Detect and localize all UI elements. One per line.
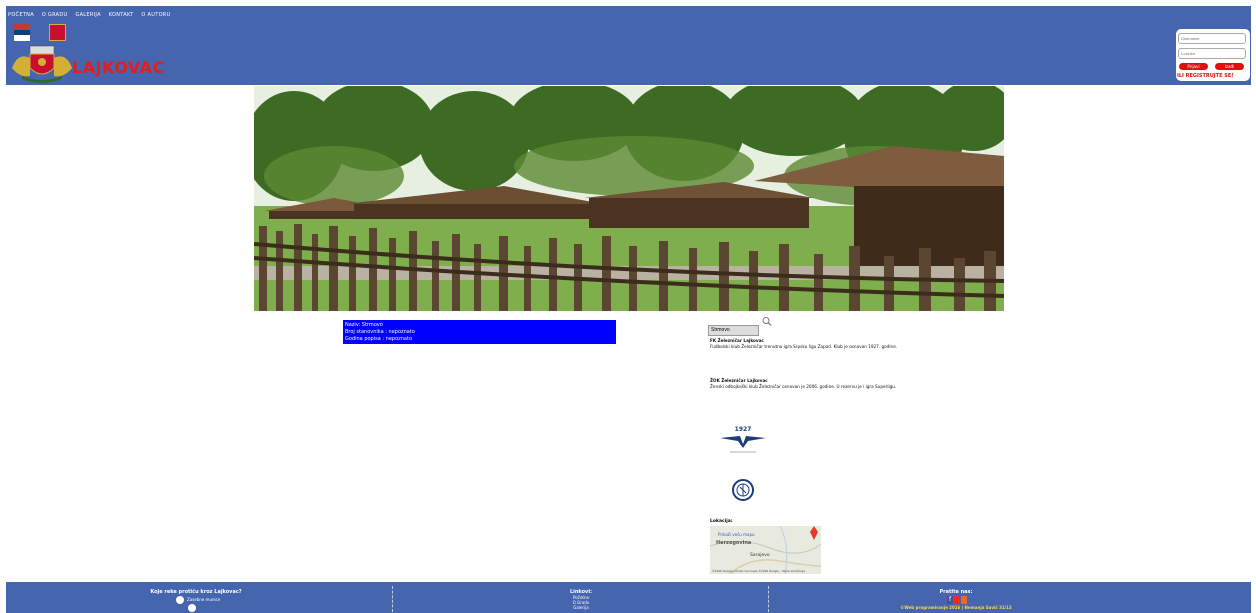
site-footer: Koje reke protiču kroz Lajkovac? Zasebne… [6,582,1251,613]
poll-option-label: Zasebne munice [187,597,221,602]
youtube-icon[interactable] [954,596,960,604]
map-label: Lokacija: [710,519,733,524]
main-nav: POČETNA O GRADU GALERIJA KONTAKT O AUTOR… [8,12,177,18]
village-search [708,316,772,336]
map-region-label: Herzegovina [716,540,752,546]
map-attribution: ©2016 Google | Podaci sa mape ©2016 Goog… [712,569,806,573]
club-logo-year: 1927 [735,426,752,433]
site-logo-text[interactable]: LAJKOVAC [72,58,165,77]
village-name: Naziv: Strmovo [345,322,383,328]
club-description: Fudbalski klub Železničar trenutno igra … [710,343,898,349]
club-description: Ženski odbojkaški klub Železničar osnova… [710,383,897,389]
nav-item-contact[interactable]: KONTAKT [109,12,134,18]
village-population: Broj stanovnika : nepoznato [345,329,415,335]
password-input[interactable] [1178,48,1246,59]
hero-image [254,86,1004,311]
search-icon[interactable] [761,316,773,327]
location-map[interactable]: Prikaži veću mapu Herzegovina Sarajevo ©… [710,526,821,574]
poll-radio-1[interactable] [176,596,184,604]
railway-club-logo-icon: 1927 [720,426,766,453]
copyright-text: ©Web programiranje 2016 | Nemanja Savić … [900,605,1012,610]
map-city-label: Sarajevo [750,553,770,558]
nav-item-about-author[interactable]: O AUTORU [141,12,170,18]
footer-link-gallery[interactable]: Galerija [541,605,621,610]
footer-links: Linkovi: Početna O Gradu Galerija [541,582,621,613]
city-crest-icon [12,45,72,83]
volleyball-club-logo-icon [732,479,754,501]
poll-radio-2[interactable] [188,604,196,612]
nav-item-home[interactable]: POČETNA [8,12,34,18]
register-link[interactable]: ILI REGISTRUJTE SE! [1177,73,1234,79]
map-larger-link[interactable]: Prikaži veću mapu [718,532,755,537]
club-fk-zeleznicar: FK Železničar Lajkovac Fudbalski klub Že… [710,338,897,349]
search-input[interactable] [708,324,759,336]
username-input[interactable] [1178,33,1246,44]
club-zok-zeleznicar: ŽOK Železničar Lajkovac Ženski odbojkašk… [710,378,896,389]
village-census-year: Godina popisa : nepoznato [345,336,413,342]
nav-item-about-city[interactable]: O GRADU [42,12,68,18]
nav-item-gallery[interactable]: GALERIJA [75,12,100,18]
rss-icon[interactable] [961,596,967,604]
footer-divider [392,586,393,612]
login-panel: Prijavi Izađi ILI REGISTRUJTE SE! [1176,29,1250,81]
facebook-icon[interactable]: f [947,596,953,604]
footer-divider [768,586,769,612]
logout-button[interactable]: Izađi [1215,63,1244,70]
footer-follow: Pratite nas: f ©Web programiranje 2016 |… [886,582,1026,613]
site-header: POČETNA O GRADU GALERIJA KONTAKT O AUTOR… [6,6,1251,85]
village-info-box: Naziv: Strmovo Broj stanovnika : nepozna… [343,320,616,344]
login-button[interactable]: Prijavi [1179,63,1208,70]
footer-poll: Koje reke protiču kroz Lajkovac? Zasebne… [106,582,286,613]
